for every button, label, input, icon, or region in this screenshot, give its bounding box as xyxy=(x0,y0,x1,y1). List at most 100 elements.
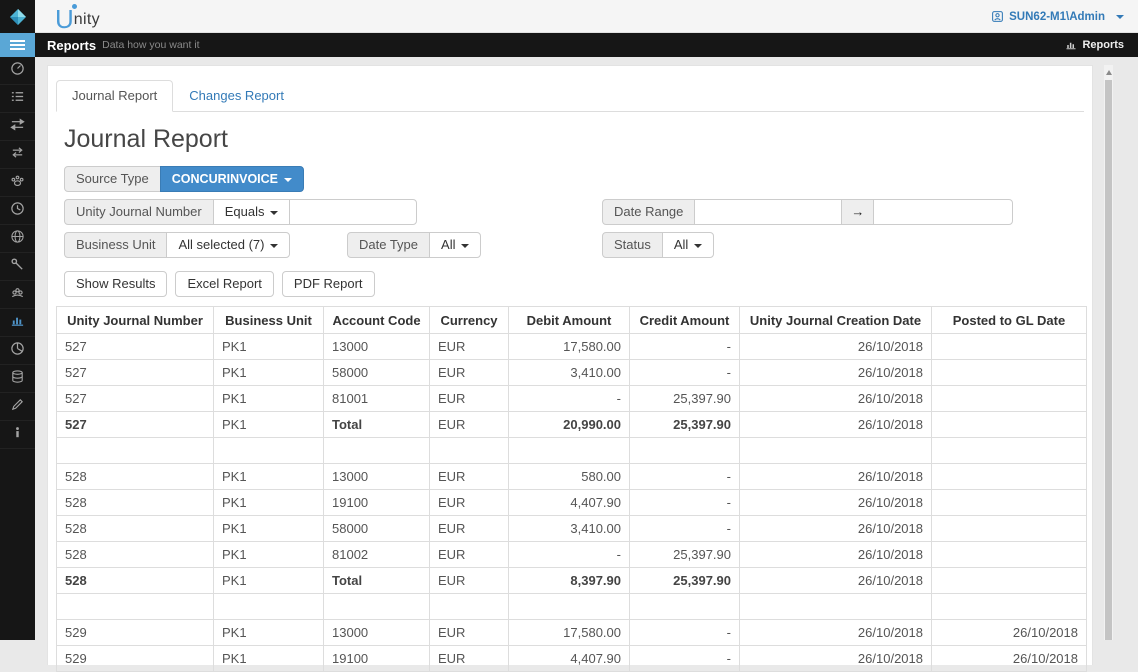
caret-down-icon xyxy=(694,244,702,248)
table-cell: 8,397.90 xyxy=(509,568,630,594)
journal-number-input[interactable] xyxy=(289,199,417,225)
table-cell xyxy=(932,412,1087,438)
show-results-button[interactable]: Show Results xyxy=(64,271,167,297)
table-cell: PK1 xyxy=(214,646,324,672)
table-cell: 527 xyxy=(57,386,214,412)
sidebar-item-dashboard[interactable] xyxy=(0,57,35,85)
sidebar-item-paw[interactable] xyxy=(0,169,35,197)
table-row xyxy=(57,438,1087,464)
pie-chart-icon xyxy=(10,341,25,361)
table-cell: 13000 xyxy=(324,620,430,646)
table-cell xyxy=(740,438,932,464)
table-cell xyxy=(932,438,1087,464)
menu-toggle-button[interactable] xyxy=(0,33,35,57)
table-cell: PK1 xyxy=(214,360,324,386)
tab-changes-report[interactable]: Changes Report xyxy=(173,80,300,111)
appbar-reports-link[interactable]: Reports xyxy=(1065,33,1124,57)
table-cell xyxy=(932,386,1087,412)
sidebar-item-history[interactable] xyxy=(0,197,35,225)
journal-number-operator-dropdown[interactable]: Equals xyxy=(213,199,291,225)
table-cell: 26/10/2018 xyxy=(740,490,932,516)
journal-report-table: Unity Journal NumberBusiness UnitAccount… xyxy=(56,306,1087,672)
date-from-input[interactable] xyxy=(694,199,842,225)
table-cell: EUR xyxy=(430,464,509,490)
sidebar-nav xyxy=(0,57,35,640)
sidebar-item-web[interactable] xyxy=(0,225,35,253)
source-type-filter: Source Type CONCURINVOICE xyxy=(64,166,304,192)
business-unit-label: Business Unit xyxy=(64,232,167,258)
business-unit-dropdown[interactable]: All selected (7) xyxy=(166,232,290,258)
tab-bar: Journal Report Changes Report xyxy=(56,80,1084,112)
unity-logo-u: U xyxy=(55,5,74,33)
table-cell: - xyxy=(630,620,740,646)
diamond-logo-icon xyxy=(8,7,28,27)
source-type-label: Source Type xyxy=(64,166,161,192)
table-cell xyxy=(932,334,1087,360)
excel-report-button[interactable]: Excel Report xyxy=(175,271,273,297)
table-cell xyxy=(57,594,214,620)
table-cell: 4,407.90 xyxy=(509,490,630,516)
status-label: Status xyxy=(602,232,663,258)
date-type-dropdown[interactable]: All xyxy=(429,232,481,258)
table-cell xyxy=(214,438,324,464)
table-cell: 58000 xyxy=(324,360,430,386)
hamburger-icon xyxy=(10,40,25,42)
sidebar-item-user-group[interactable] xyxy=(0,281,35,309)
business-unit-filter: Business Unit All selected (7) xyxy=(64,232,290,258)
status-filter: Status All xyxy=(602,232,714,258)
user-icon xyxy=(991,10,1004,23)
content-area: Journal Report Changes Report Journal Re… xyxy=(35,57,1138,640)
table-cell xyxy=(932,360,1087,386)
pdf-report-button[interactable]: PDF Report xyxy=(282,271,375,297)
paw-icon xyxy=(10,173,25,193)
sidebar-item-repeat[interactable] xyxy=(0,141,35,169)
date-to-input[interactable] xyxy=(873,199,1013,225)
app-logo-tile[interactable] xyxy=(0,0,35,33)
table-cell: PK1 xyxy=(214,334,324,360)
table-cell: 4,407.90 xyxy=(509,646,630,672)
source-type-dropdown[interactable]: CONCURINVOICE xyxy=(160,166,304,192)
table-cell: EUR xyxy=(430,568,509,594)
table-cell: 528 xyxy=(57,490,214,516)
sidebar-item-analytics[interactable] xyxy=(0,337,35,365)
table-row: 529PK113000EUR17,580.00-26/10/201826/10/… xyxy=(57,620,1087,646)
caret-down-icon xyxy=(461,244,469,248)
table-cell: 527 xyxy=(57,360,214,386)
scrollbar-thumb[interactable] xyxy=(1105,80,1112,640)
table-cell: 19100 xyxy=(324,490,430,516)
table-row: 529PK119100EUR4,407.90-26/10/201826/10/2… xyxy=(57,646,1087,672)
filters: Source Type CONCURINVOICE Unity Journal … xyxy=(48,166,1092,258)
tab-journal-report[interactable]: Journal Report xyxy=(56,80,173,112)
date-type-label: Date Type xyxy=(347,232,430,258)
table-row: 527PK113000EUR17,580.00-26/10/2018 xyxy=(57,334,1087,360)
table-cell: PK1 xyxy=(214,620,324,646)
sidebar-item-edit[interactable] xyxy=(0,393,35,421)
sidebar-item-database[interactable] xyxy=(0,365,35,393)
table-cell: 17,580.00 xyxy=(509,620,630,646)
user-menu[interactable]: SUN62-M1\Admin xyxy=(991,0,1124,33)
sidebar-item-reports[interactable] xyxy=(0,309,35,337)
sidebar-item-tasks[interactable] xyxy=(0,85,35,113)
status-dropdown[interactable]: All xyxy=(662,232,714,258)
table-row: 527PK158000EUR3,410.00-26/10/2018 xyxy=(57,360,1087,386)
scroll-up-arrow-icon[interactable] xyxy=(1104,68,1113,77)
date-type-filter: Date Type All xyxy=(347,232,481,258)
table-cell xyxy=(740,594,932,620)
sidebar-item-transfers[interactable] xyxy=(0,113,35,141)
table-cell xyxy=(932,542,1087,568)
table-row: 528PK158000EUR3,410.00-26/10/2018 xyxy=(57,516,1087,542)
table-cell: Total xyxy=(324,412,430,438)
sidebar-item-tools[interactable] xyxy=(0,253,35,281)
caret-down-icon xyxy=(270,244,278,248)
column-header: Posted to GL Date xyxy=(932,307,1087,334)
table-cell: 13000 xyxy=(324,334,430,360)
vertical-scrollbar[interactable] xyxy=(1104,65,1113,640)
unity-logo-dot-icon xyxy=(72,4,77,9)
table-cell: PK1 xyxy=(214,386,324,412)
table-cell xyxy=(630,438,740,464)
dashboard-icon xyxy=(10,61,25,81)
table-cell: PK1 xyxy=(214,490,324,516)
table-row: 528PK119100EUR4,407.90-26/10/2018 xyxy=(57,490,1087,516)
page-title: Journal Report xyxy=(64,125,1092,154)
sidebar-item-about[interactable] xyxy=(0,421,35,449)
